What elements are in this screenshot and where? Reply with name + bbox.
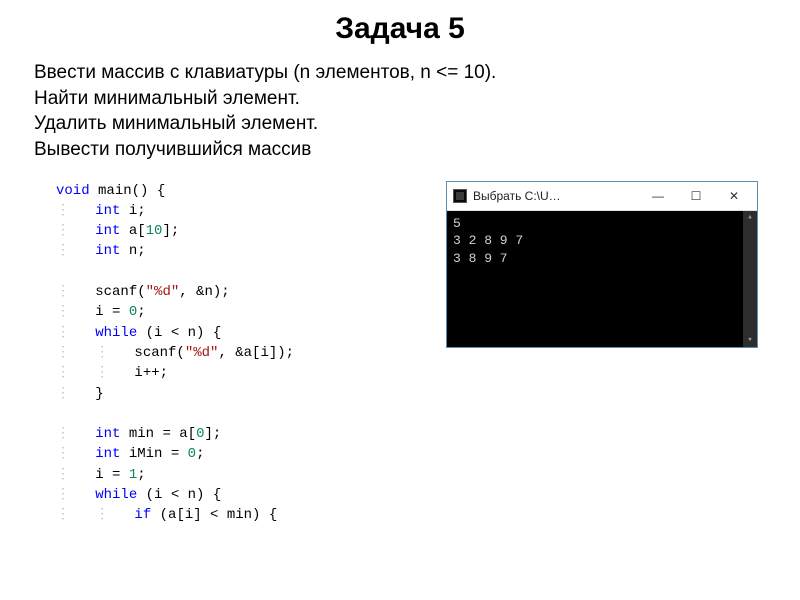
console-output[interactable]: 5 3 2 8 9 7 3 8 9 7 ▴ ▾	[447, 211, 757, 347]
window-title: Выбрать C:\U…	[473, 189, 561, 203]
kw-int: int	[95, 243, 120, 259]
kw-void: void	[56, 183, 90, 199]
task-description: Ввести массив с клавиатуры (n элементов,…	[34, 60, 766, 163]
scroll-up-icon[interactable]: ▴	[747, 213, 752, 222]
task-line-4: Вывести получившийся массив	[34, 137, 766, 163]
minimize-icon: —	[652, 189, 664, 203]
scrollbar[interactable]: ▴ ▾	[743, 211, 757, 347]
kw-int: int	[95, 446, 120, 462]
slide: Задача 5 Ввести массив с клавиатуры (n э…	[0, 0, 800, 600]
console-line-3: 3 8 9 7	[453, 251, 508, 266]
kw-int: int	[95, 203, 120, 219]
console-line-1: 5	[453, 216, 461, 231]
task-line-2: Найти минимальный элемент.	[34, 86, 766, 112]
minimize-button[interactable]: —	[639, 185, 677, 207]
code-editor: void main() { ⋮ int i; ⋮ int a[10]; ⋮ in…	[34, 181, 386, 526]
console-line-2: 3 2 8 9 7	[453, 233, 523, 248]
kw-while: while	[95, 325, 137, 341]
kw-int: int	[95, 426, 120, 442]
console-window: Выбрать C:\U… — ☐ ✕ 5 3 2 8 9 7 3 8 9 7 …	[446, 181, 758, 348]
close-button[interactable]: ✕	[715, 185, 753, 207]
app-icon	[453, 189, 467, 203]
content-row: void main() { ⋮ int i; ⋮ int a[10]; ⋮ in…	[34, 181, 766, 526]
kw-if: if	[134, 507, 151, 523]
close-icon: ✕	[729, 189, 739, 203]
task-line-1: Ввести массив с клавиатуры (n элементов,…	[34, 60, 766, 86]
kw-int: int	[95, 223, 120, 239]
window-titlebar[interactable]: Выбрать C:\U… — ☐ ✕	[447, 182, 757, 211]
maximize-icon: ☐	[691, 189, 702, 203]
task-line-3: Удалить минимальный элемент.	[34, 111, 766, 137]
scroll-down-icon[interactable]: ▾	[747, 336, 752, 345]
kw-while: while	[95, 487, 137, 503]
maximize-button[interactable]: ☐	[677, 185, 715, 207]
page-title: Задача 5	[34, 12, 766, 46]
